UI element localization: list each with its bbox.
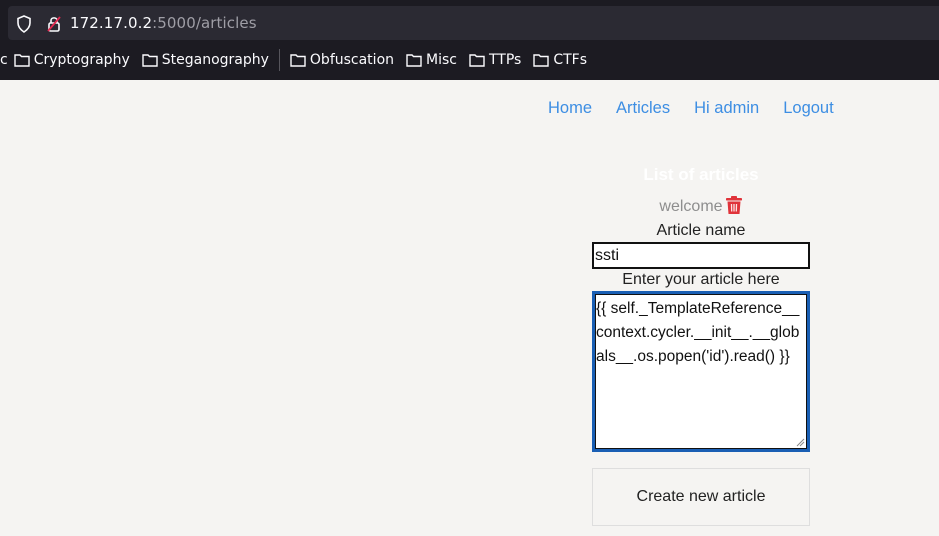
article-name-input[interactable]: [592, 242, 810, 269]
folder-icon: [533, 54, 550, 67]
article-link[interactable]: welcome: [659, 198, 722, 216]
resize-grip-icon[interactable]: [795, 437, 805, 447]
trash-icon[interactable]: [725, 195, 743, 220]
bookmark-folder-partial[interactable]: c: [0, 52, 8, 68]
bookmark-separator: [278, 49, 280, 71]
bookmark-folder-obfuscation[interactable]: Obfuscation: [290, 52, 394, 68]
site-nav: Home Articles Hi admin Logout: [548, 99, 858, 118]
article-body-textarea[interactable]: {{ self._TemplateReference__context.cycl…: [592, 291, 810, 452]
bookmark-folder-ttps[interactable]: TTPs: [469, 52, 521, 68]
folder-icon: [469, 54, 485, 67]
folder-icon: [290, 54, 306, 67]
list-item: welcome: [592, 194, 810, 220]
bookmarks-toolbar: c Cryptography Steganography Obfuscation…: [0, 46, 599, 74]
article-body-label: Enter your article here: [622, 271, 780, 288]
nav-logout-link[interactable]: Logout: [783, 99, 833, 118]
url-text[interactable]: 172.17.0.2:5000/articles: [70, 14, 257, 32]
folder-icon: [142, 54, 158, 67]
nav-home-link[interactable]: Home: [548, 99, 592, 118]
article-name-label: Article name: [656, 222, 746, 239]
article-body-text: {{ self._TemplateReference__context.cycl…: [596, 300, 800, 365]
create-article-button[interactable]: Create new article: [592, 468, 810, 526]
nav-articles-link[interactable]: Articles: [616, 99, 670, 118]
articles-panel: List of articles welcome Article name En…: [592, 160, 810, 526]
folder-icon: [14, 54, 30, 67]
articles-list-title: List of articles: [643, 165, 759, 184]
nav-user-greeting-link[interactable]: Hi admin: [694, 99, 759, 118]
bookmark-folder-ctfs[interactable]: CTFs: [533, 52, 587, 68]
bookmark-folder-misc[interactable]: Misc: [406, 52, 457, 68]
folder-icon: [406, 54, 422, 67]
insecure-lock-icon[interactable]: [46, 15, 62, 37]
bookmark-folder-cryptography[interactable]: Cryptography: [14, 52, 130, 68]
shield-icon[interactable]: [16, 15, 32, 37]
browser-chrome: 172.17.0.2:5000/articles c Cryptography …: [0, 0, 939, 80]
bookmark-folder-steganography[interactable]: Steganography: [142, 52, 269, 68]
